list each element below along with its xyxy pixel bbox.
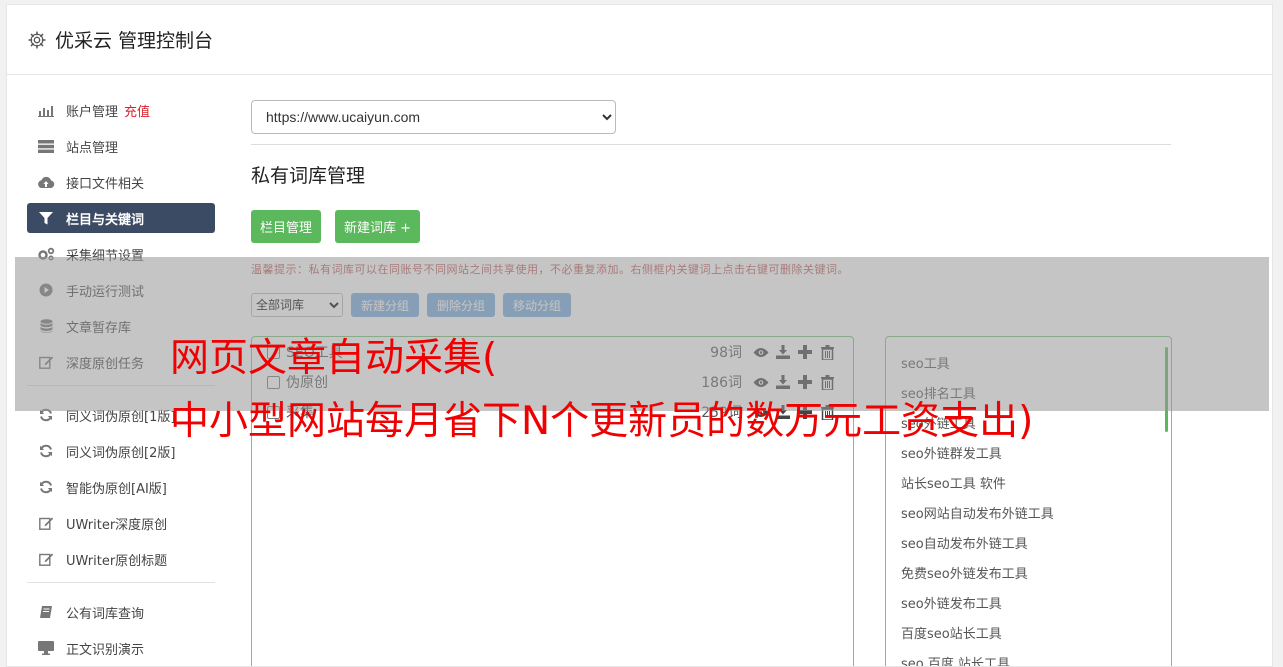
sidebar-item-label: 采集细节设置 — [66, 248, 145, 264]
sidebar-item-columns-keywords[interactable]: 栏目与关键词 — [27, 203, 215, 233]
refresh-icon — [37, 408, 55, 422]
trash-icon[interactable] — [816, 344, 838, 360]
sidebar-item-label: 公有词库查询 — [66, 606, 145, 622]
divider — [251, 144, 1171, 145]
plus-icon[interactable] — [794, 345, 816, 359]
sidebar-item-collect-settings[interactable]: 采集细节设置 — [27, 239, 215, 269]
trash-icon[interactable] — [816, 374, 838, 390]
library-group-select[interactable]: 全部词库 — [251, 293, 343, 317]
eye-icon[interactable] — [750, 377, 772, 388]
sidebar-item-ai-original[interactable]: 智能伪原创[AI版] — [27, 472, 215, 502]
sidebar-item-uwriter-deep[interactable]: UWriter深度原创 — [27, 508, 215, 538]
download-icon[interactable] — [772, 345, 794, 359]
edit-icon — [37, 516, 55, 530]
sidebar-item-label: 站点管理 — [66, 140, 119, 156]
bar-chart-icon — [37, 103, 55, 117]
edit-icon — [37, 552, 55, 566]
sidebar: 账户管理 充值 站点管理 接口文件相关 栏目与关键词 采集细节设置 手动运行测试… — [27, 95, 215, 666]
sidebar-item-uwriter-title[interactable]: UWriter原创标题 — [27, 544, 215, 574]
header: 优采云 管理控制台 — [7, 5, 1272, 75]
sidebar-item-manual-run[interactable]: 手动运行测试 — [27, 275, 215, 305]
database-icon — [37, 319, 55, 333]
sidebar-item-interface[interactable]: 接口文件相关 — [27, 167, 215, 197]
sidebar-item-label: 账户管理 — [66, 104, 119, 120]
move-group-button[interactable]: 移动分组 — [503, 293, 572, 317]
play-icon — [37, 283, 55, 297]
gear-icon — [28, 30, 46, 49]
download-icon[interactable] — [772, 375, 794, 389]
new-library-button[interactable]: 新建词库 + — [335, 210, 421, 243]
sidebar-item-label: UWriter深度原创 — [66, 517, 168, 533]
column-manage-button[interactable]: 栏目管理 — [251, 210, 322, 243]
sidebar-item-label: UWriter原创标题 — [66, 553, 168, 569]
sidebar-item-label: 文章暂存库 — [66, 320, 132, 336]
sidebar-item-public-library[interactable]: 公有词库查询 — [27, 597, 215, 627]
sidebar-item-label: 接口文件相关 — [66, 176, 145, 192]
keyword-item[interactable]: seo外链发布工具 — [886, 587, 1171, 617]
hint-text: 温馨提示：私有词库可以在同账号不同网站之间共享使用，不必重复添加。右侧框内关键词… — [251, 263, 849, 276]
sidebar-item-label: 智能伪原创[AI版] — [66, 481, 167, 497]
delete-group-button[interactable]: 删除分组 — [427, 293, 496, 317]
keyword-item[interactable]: 免费seo外链发布工具 — [886, 557, 1171, 587]
filter-icon — [37, 211, 55, 225]
overlay-headline-line1: 网页文章自动采集( — [170, 336, 498, 381]
action-buttons: 栏目管理 新建词库 + — [251, 210, 1171, 243]
sidebar-item-sites[interactable]: 站点管理 — [27, 131, 215, 161]
sidebar-item-text-recognition[interactable]: 正文识别演示 — [27, 633, 215, 663]
edit-icon — [37, 355, 55, 369]
site-select[interactable]: https://www.ucaiyun.com — [251, 100, 616, 134]
sidebar-divider — [27, 582, 215, 583]
recharge-link[interactable]: 充值 — [124, 101, 150, 120]
library-list: SEO工具 98词 伪原创 186词 采集 259词 — [251, 336, 854, 666]
cloud-upload-icon — [37, 175, 55, 189]
refresh-icon — [37, 444, 55, 458]
eye-icon[interactable] — [750, 347, 772, 358]
keyword-item[interactable]: 百度seo站长工具 — [886, 617, 1171, 647]
group-toolbar: 全部词库 新建分组 删除分组 移动分组 — [251, 293, 1171, 317]
plus-icon[interactable] — [794, 375, 816, 389]
library-count: 98词 — [710, 345, 742, 361]
keyword-list: seo工具 seo排名工具 seo外链工具 seo外链群发工具 站长seo工具 … — [885, 336, 1172, 667]
sidebar-item-label: 深度原创任务 — [66, 356, 145, 372]
scrollbar[interactable] — [1165, 347, 1168, 432]
sidebar-item-account[interactable]: 账户管理 充值 — [27, 95, 215, 125]
gears-icon — [37, 247, 55, 261]
keyword-item[interactable]: seo 百度 站长工具 — [886, 647, 1171, 667]
overlay-headline-line2: 中小型网站每月省下N个更新员的数万元工资支出) — [170, 399, 1034, 444]
desktop-icon — [37, 641, 55, 655]
library-count: 186词 — [701, 375, 742, 391]
page-title: 私有词库管理 — [251, 165, 366, 187]
sidebar-item-label: 同义词伪原创[1版] — [66, 409, 176, 425]
keyword-item[interactable]: seo自动发布外链工具 — [886, 527, 1171, 557]
refresh-icon — [37, 480, 55, 494]
keyword-item[interactable]: seo工具 — [886, 347, 1171, 377]
sidebar-item-label: 栏目与关键词 — [66, 212, 145, 228]
new-group-button[interactable]: 新建分组 — [351, 293, 420, 317]
sidebar-divider — [27, 385, 215, 386]
keyword-item[interactable]: seo网站自动发布外链工具 — [886, 497, 1171, 527]
book-icon — [37, 605, 55, 619]
server-icon — [37, 139, 55, 153]
main-content: https://www.ucaiyun.com 私有词库管理 栏目管理 新建词库… — [251, 100, 1172, 666]
sidebar-item-label: 手动运行测试 — [66, 284, 145, 300]
app-title: 优采云 管理控制台 — [55, 30, 214, 52]
sidebar-item-label: 正文识别演示 — [66, 642, 145, 658]
sidebar-item-label: 同义词伪原创[2版] — [66, 445, 176, 461]
keyword-item[interactable]: 站长seo工具 软件 — [886, 467, 1171, 497]
